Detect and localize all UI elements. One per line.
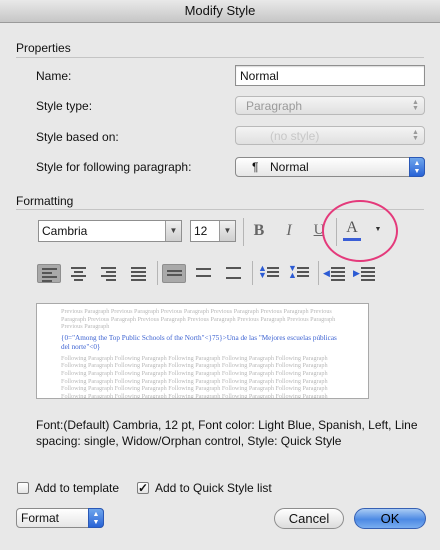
name-label: Name:: [36, 69, 72, 83]
decrease-indent-icon: [331, 267, 345, 283]
align-right-icon: [101, 267, 116, 283]
align-center-button[interactable]: [67, 264, 91, 283]
following-paragraph-label: Style for following paragraph:: [36, 160, 192, 174]
left-arrow-icon: ◀: [323, 268, 330, 278]
toolbar-separator: [157, 261, 158, 285]
format-popup-label: Format: [21, 511, 60, 525]
properties-section-label: Properties: [16, 41, 71, 55]
space-after-arrows-icon: ▼ ▲: [288, 263, 297, 280]
ok-button[interactable]: OK: [354, 508, 426, 529]
triangle-down-icon[interactable]: ▼: [219, 221, 235, 241]
preview-following-paragraph: Following Paragraph Following Paragraph …: [61, 354, 328, 399]
add-to-quick-style-label[interactable]: Add to Quick Style list: [155, 481, 272, 495]
style-preview-pane: Previous Paragraph Previous Paragraph Pr…: [36, 303, 369, 399]
formatting-section-label: Formatting: [16, 194, 74, 208]
space-before-icon: [267, 267, 279, 279]
align-right-button[interactable]: [97, 264, 121, 283]
up-down-arrows-icon: ▲ ▼: [88, 508, 104, 528]
space-before-button[interactable]: ▲ ▼: [258, 264, 282, 283]
following-paragraph-value: Normal: [270, 160, 309, 174]
style-based-on-popup[interactable]: (no style) ▲ ▼: [235, 126, 425, 145]
add-to-template-label[interactable]: Add to template: [35, 481, 119, 495]
style-based-on-label: Style based on:: [36, 130, 119, 144]
font-name-combo[interactable]: Cambria ▼: [38, 220, 182, 242]
add-to-quick-style-checkbox[interactable]: ✓: [137, 482, 149, 494]
justify-icon: [131, 267, 146, 283]
font-size-combo[interactable]: 12 ▼: [190, 220, 236, 242]
justify-button[interactable]: [127, 264, 151, 283]
style-based-on-value: (no style): [270, 129, 320, 143]
name-field[interactable]: Normal: [235, 65, 425, 86]
increase-indent-button[interactable]: ▶: [353, 264, 377, 283]
toolbar-separator: [318, 261, 319, 285]
bold-button[interactable]: B: [250, 222, 268, 240]
one-half-spacing-button[interactable]: [192, 264, 216, 283]
double-spacing-button[interactable]: [222, 264, 246, 283]
style-type-popup[interactable]: Paragraph ▲ ▼: [235, 96, 425, 115]
up-down-arrows-icon: ▲ ▼: [412, 129, 419, 142]
space-before-arrows-icon: ▲ ▼: [258, 263, 267, 280]
properties-divider: [16, 57, 424, 58]
add-to-template-checkbox[interactable]: [17, 482, 29, 494]
decrease-indent-button[interactable]: ◀: [323, 264, 347, 283]
checkmark-icon: ✓: [138, 481, 149, 495]
increase-indent-icon: [361, 267, 375, 283]
pilcrow-icon: ¶: [252, 160, 259, 174]
align-left-icon: [42, 268, 57, 284]
following-paragraph-popup[interactable]: ¶ Normal ▲ ▼: [235, 157, 425, 177]
preview-current-paragraph: {0="Among the Top Public Schools of the …: [61, 333, 337, 351]
format-popup[interactable]: Format ▲ ▼: [16, 508, 104, 528]
single-spacing-icon: [167, 270, 182, 278]
toolbar-separator: [252, 261, 253, 285]
style-description: Font:(Default) Cambria, 12 pt, Font colo…: [36, 418, 418, 448]
preview-previous-paragraph: Previous Paragraph Previous Paragraph Pr…: [61, 308, 336, 331]
highlight-annotation-ring: [322, 200, 398, 262]
space-after-button[interactable]: ▼ ▲: [288, 264, 312, 283]
up-down-arrows-icon: ▲ ▼: [409, 157, 425, 177]
style-type-label: Style type:: [36, 99, 93, 113]
cancel-button[interactable]: Cancel: [274, 508, 344, 529]
up-down-arrows-icon: ▲ ▼: [412, 99, 419, 112]
font-name-value: Cambria: [42, 224, 88, 238]
toolbar-separator: [243, 218, 244, 246]
window-title: Modify Style: [0, 0, 440, 23]
single-spacing-button[interactable]: [162, 264, 186, 283]
align-center-icon: [71, 267, 86, 283]
align-left-button[interactable]: [37, 264, 61, 283]
font-size-value: 12: [194, 224, 208, 238]
triangle-down-icon[interactable]: ▼: [165, 221, 181, 241]
space-after-icon: [297, 267, 309, 279]
right-arrow-icon: ▶: [353, 268, 360, 278]
one-half-spacing-icon: [196, 268, 211, 279]
style-type-value: Paragraph: [246, 99, 303, 113]
italic-button[interactable]: I: [280, 222, 298, 240]
double-spacing-icon: [226, 267, 241, 281]
